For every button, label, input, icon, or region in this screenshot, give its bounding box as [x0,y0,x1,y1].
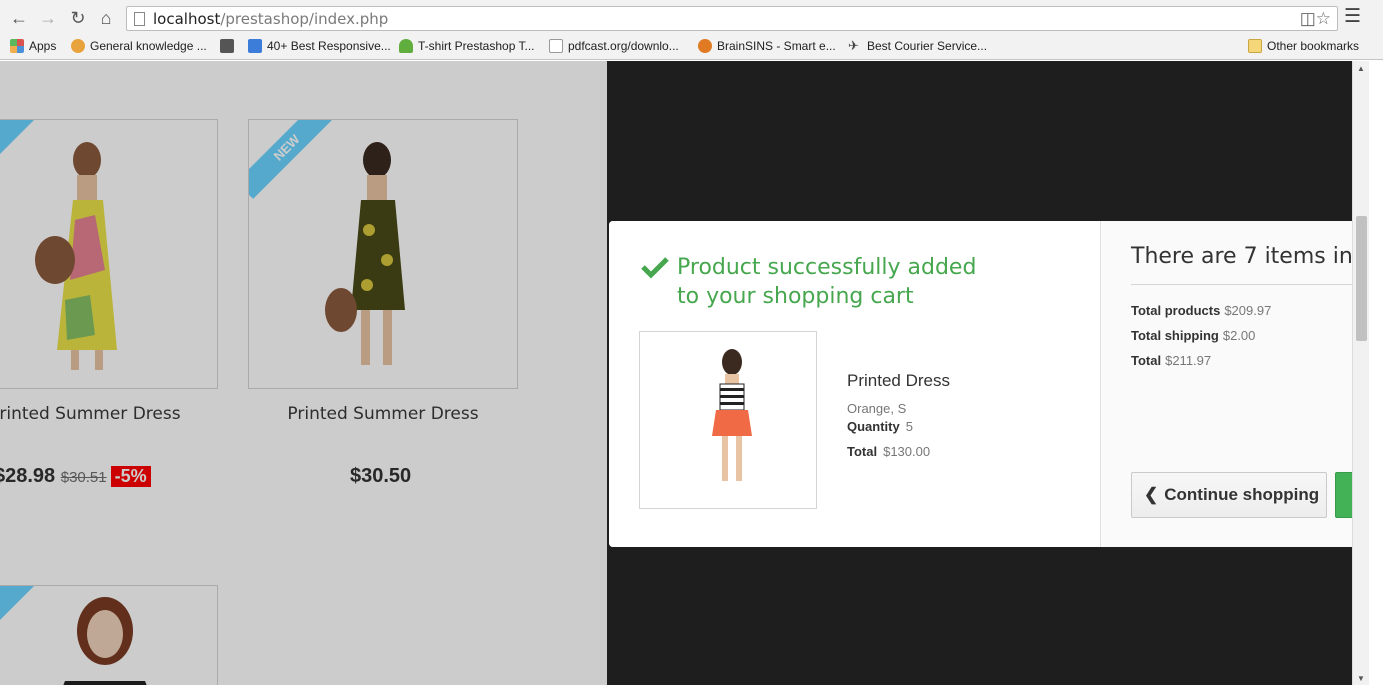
modal-cart-panel: There are 7 items in y Total products $20… [1100,221,1352,547]
page-viewport: Printed Summer Dress $28.98 $30.51 -5% NE… [0,61,1352,685]
grand-total: Total $211.97 [1131,353,1212,368]
browser-window: ← → ↻ ⌂ localhost/prestashop/index.php ◫… [0,0,1383,685]
continue-shopping-button[interactable]: ❮ Continue shopping [1131,472,1327,518]
url-path: /prestashop/index.php [220,10,389,28]
printed-dress-photo [712,349,752,481]
page-icon [134,12,145,26]
reload-icon[interactable]: ↻ [67,7,89,29]
bookmark-brainsins[interactable]: BrainSINS - Smart e... [698,39,836,53]
success-message: Product successfully added to your shopp… [677,255,977,309]
modal-product-panel: Product successfully added to your shopp… [609,221,1100,547]
back-arrow-icon[interactable]: ← [8,7,30,29]
bookmark-general-knowledge[interactable]: General knowledge ... [71,39,207,53]
divider [1131,284,1352,285]
folder-icon [1248,39,1262,53]
window-edge [1369,61,1383,685]
brain-icon [698,39,712,53]
plane-icon: ✈ [848,38,859,53]
page-dim-overlay [0,61,607,685]
f-icon [248,39,262,53]
forward-arrow-icon[interactable]: → [37,7,59,29]
cart-product-attributes: Orange, S [847,401,907,416]
cart-product-quantity: Quantity 5 [847,419,913,434]
menu-icon[interactable]: ☰ [1344,7,1362,27]
total-products: Total products $209.97 [1131,303,1272,318]
scroll-down-arrow-icon[interactable]: ▼ [1357,674,1365,683]
total-shipping: Total shipping $2.00 [1131,328,1256,343]
cart-product-total: Total $130.00 [847,444,931,459]
bookmark-apps[interactable]: Apps [10,39,56,53]
url-host: localhost [153,10,221,28]
cart-product-image [639,331,817,509]
cart-product-name: Printed Dress [847,371,950,390]
apps-grid-icon [10,39,24,53]
url-text[interactable]: localhost/prestashop/index.php [153,10,388,28]
bookmark-pdfcast[interactable]: pdfcast.org/downlo... [549,39,679,53]
leaf-icon [399,39,413,53]
image-icon [220,39,234,53]
bookmark-courier[interactable]: ✈ Best Courier Service... [848,38,987,54]
vertical-scrollbar[interactable]: ▲ ▼ [1352,61,1369,685]
check-icon [641,257,669,279]
cart-count-heading: There are 7 items in y [1131,244,1352,269]
chevron-left-icon: ❮ [1144,485,1159,504]
bookmark-star-icon[interactable]: ◫☆ [1300,9,1331,29]
bookmark-responsive[interactable]: 40+ Best Responsive... [248,39,391,53]
browser-toolbar: ← → ↻ ⌂ localhost/prestashop/index.php ◫… [0,0,1383,35]
globe-icon [71,39,85,53]
bookmarks-bar: Apps General knowledge ... 40+ Best Resp… [0,35,1383,60]
proceed-to-checkout-button[interactable] [1335,472,1352,518]
document-icon [549,39,563,53]
scroll-up-arrow-icon[interactable]: ▲ [1357,64,1365,73]
bookmark-other[interactable]: Other bookmarks [1248,39,1359,53]
bookmark-tshirt[interactable]: T-shirt Prestashop T... [399,39,535,53]
home-icon[interactable]: ⌂ [95,7,117,29]
add-to-cart-modal: Product successfully added to your shopp… [609,221,1352,547]
scroll-thumb[interactable] [1356,216,1367,341]
bookmark-image[interactable] [220,39,234,53]
address-bar[interactable]: localhost/prestashop/index.php ◫☆ [126,6,1338,31]
